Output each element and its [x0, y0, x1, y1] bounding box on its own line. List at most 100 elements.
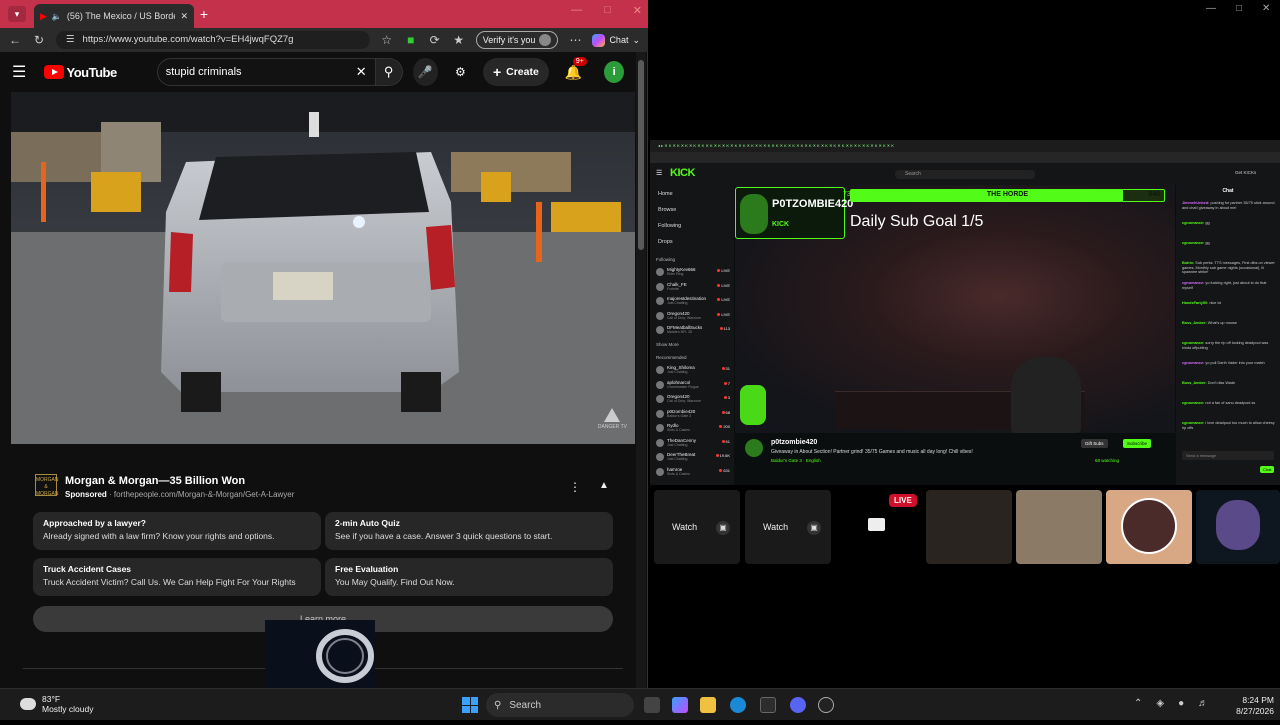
nav-following[interactable]: Following: [658, 223, 681, 229]
clock[interactable]: 8:24 PM 8/27/2026: [1222, 695, 1274, 717]
scrollbar-thumb[interactable]: [638, 60, 644, 250]
sidebar-channel[interactable]: p0tzombie420 Baldur's Gate 3 68: [656, 409, 730, 420]
kick-logo[interactable]: KICK: [670, 167, 695, 179]
more-vert-icon[interactable]: ⋮: [569, 480, 581, 494]
kick-search-input[interactable]: Search: [895, 170, 1035, 179]
discord-icon[interactable]: [790, 697, 806, 713]
maximize-icon[interactable]: □: [604, 4, 611, 17]
chat-username[interactable]: cgnomance:: [1182, 401, 1205, 405]
clear-search-icon[interactable]: ✕: [356, 64, 367, 80]
task-view-icon[interactable]: [644, 697, 660, 713]
ad-title[interactable]: Morgan & Morgan—35 Billion Won: [65, 475, 245, 487]
maximize-icon[interactable]: □: [1236, 3, 1242, 14]
store-icon[interactable]: [760, 697, 776, 713]
sidebar-channel[interactable]: aplohnarcol Grandmaster Rogue 7: [656, 380, 730, 391]
sidebar-channel[interactable]: hamroe Slots & Casino 631: [656, 467, 730, 478]
extension-button[interactable]: ⚙: [448, 58, 473, 86]
extensions-icon[interactable]: ■: [404, 33, 418, 47]
search-button[interactable]: ⚲: [375, 58, 403, 86]
watch-icon[interactable]: ▣: [807, 521, 821, 535]
close-tab-icon[interactable]: ✕: [180, 11, 188, 22]
sidebar-channel[interactable]: Chalk_FE Fortnite LIVE: [656, 282, 730, 293]
related-stream-card[interactable]: [1196, 490, 1280, 564]
chat-username[interactable]: Boss_Amber:: [1182, 321, 1208, 325]
volume-icon[interactable]: ♬: [1198, 698, 1208, 709]
create-button[interactable]: + Create: [482, 58, 549, 86]
chat-username[interactable]: Botrix:: [1182, 261, 1195, 265]
start-button[interactable]: [462, 697, 478, 713]
copilot-app-icon[interactable]: [672, 697, 688, 713]
chevron-up-icon[interactable]: ⌃: [1134, 698, 1142, 709]
close-icon[interactable]: ✕: [633, 4, 642, 17]
ad-domain[interactable]: forthepeople.com/Morgan-&-Morgan/Get-A-L…: [114, 490, 295, 499]
obs-icon[interactable]: [818, 697, 834, 713]
kick-stream-player[interactable]: P0TZOMBIE420 KICK 730 THE HORDE 840 Dail…: [735, 185, 1175, 433]
account-avatar[interactable]: i: [604, 61, 624, 83]
video-player[interactable]: DANGER TV: [11, 92, 635, 444]
menu-icon[interactable]: ☰: [656, 169, 662, 177]
verify-profile-button[interactable]: Verify it's you: [475, 31, 559, 49]
minimize-icon[interactable]: —: [1206, 3, 1216, 14]
edge-browser-icon[interactable]: [730, 697, 746, 713]
chat-username[interactable]: cgnomance:: [1182, 221, 1205, 225]
page-scrollbar[interactable]: [636, 52, 646, 688]
favorites-icon[interactable]: ☆: [380, 33, 394, 47]
subscribe-button[interactable]: Subscribe: [1123, 439, 1152, 448]
chat-username[interactable]: HandsFarty50:: [1182, 301, 1209, 305]
chat-username[interactable]: cgnomance:: [1182, 341, 1205, 345]
search-input[interactable]: stupid criminals ✕: [156, 58, 376, 86]
taskbar-search[interactable]: ⚲ Search: [486, 693, 634, 717]
kick-tab-strip[interactable]: ◂ ▸ ✕ K ✕ K ✕ K ✕ K ✕ K ✕ K ✕ K ✕ K ✕ K …: [650, 140, 1280, 152]
related-stream-card[interactable]: [1106, 490, 1192, 564]
sidebar-channel[interactable]: DFMeatballSucks Madden NFL 26 113: [656, 325, 730, 336]
more-menu-icon[interactable]: ⋯: [568, 33, 582, 47]
kick-address-bar[interactable]: [650, 152, 1280, 163]
ad-card[interactable]: Free Evaluation You May Qualify. Find Ou…: [325, 558, 613, 596]
microphone-icon[interactable]: ●: [1178, 698, 1184, 709]
audio-icon[interactable]: 🔈: [52, 12, 62, 21]
related-stream-card[interactable]: [926, 490, 1012, 564]
sidebar-channel[interactable]: TheDanCenny Just Chatting 61: [656, 438, 730, 449]
youtube-logo[interactable]: YouTube: [43, 65, 117, 80]
chat-username[interactable]: cgnomance:: [1182, 421, 1205, 425]
sidebar-channel[interactable]: Rydlo Slots & Casino 200: [656, 423, 730, 434]
sidebar-channel[interactable]: majorestdestination Just Chatting LIVE: [656, 296, 730, 307]
sidebar-channel[interactable]: MightyKev666 Elder Ring LIVE: [656, 267, 730, 278]
menu-icon[interactable]: ☰: [12, 62, 34, 82]
ad-card[interactable]: Approached by a lawyer? Already signed w…: [33, 512, 321, 550]
voice-search-button[interactable]: 🎤: [412, 58, 438, 86]
weather-widget[interactable]: 83°F Mostly cloudy: [20, 694, 94, 714]
minimize-icon[interactable]: —: [571, 4, 582, 17]
notifications-button[interactable]: 🔔 9+: [565, 56, 587, 81]
chat-username[interactable]: Boss_Amber:: [1182, 381, 1208, 385]
related-stream-card[interactable]: Watch ▣: [745, 490, 831, 564]
file-explorer-icon[interactable]: [700, 697, 716, 713]
chat-input[interactable]: Send a message: [1182, 451, 1274, 460]
browser-tab[interactable]: ▶ 🔈 (56) The Mexico / US Border ✕: [34, 4, 194, 28]
address-bar[interactable]: ☰ https://www.youtube.com/watch?v=EH4jwq…: [56, 31, 370, 49]
nav-drops[interactable]: Drops: [658, 239, 673, 245]
sidebar-channel[interactable]: DeerTheBreat Just Chatting 19.6K: [656, 452, 730, 463]
nav-browse[interactable]: Browse: [658, 207, 676, 213]
channel-avatar[interactable]: [745, 439, 763, 457]
close-icon[interactable]: ✕: [1262, 3, 1270, 14]
ad-card[interactable]: Truck Accident Cases Truck Accident Vict…: [33, 558, 321, 596]
site-info-icon[interactable]: ☰: [66, 31, 75, 49]
chat-username[interactable]: cgnomance:: [1182, 361, 1205, 365]
tab-menu-button[interactable]: ▾: [8, 6, 26, 22]
chevron-up-icon[interactable]: ▲: [599, 480, 609, 491]
watch-icon[interactable]: ▣: [716, 521, 730, 535]
network-icon[interactable]: ◈: [1156, 698, 1164, 709]
sidebar-channel[interactable]: Oregon420 Call of Duty: Warzone LIVE: [656, 311, 730, 322]
sync-icon[interactable]: ⟳: [428, 33, 442, 47]
stream-category[interactable]: Baldur's Gate 3 · English: [771, 458, 821, 463]
chat-send-button[interactable]: Chat: [1260, 466, 1275, 473]
ad-card[interactable]: 2-min Auto Quiz See if you have a case. …: [325, 512, 613, 550]
sidebar-channel[interactable]: King_Shiloma Just Chatting 31: [656, 365, 730, 376]
chat-username[interactable]: cgnomance:: [1182, 281, 1205, 285]
copilot-chat-button[interactable]: Chat ⌄: [592, 33, 640, 47]
collections-icon[interactable]: ★: [452, 33, 466, 47]
back-icon[interactable]: ←: [8, 33, 22, 47]
chat-username[interactable]: JimmehUnbed:: [1182, 201, 1210, 205]
related-stream-card[interactable]: [1016, 490, 1102, 564]
